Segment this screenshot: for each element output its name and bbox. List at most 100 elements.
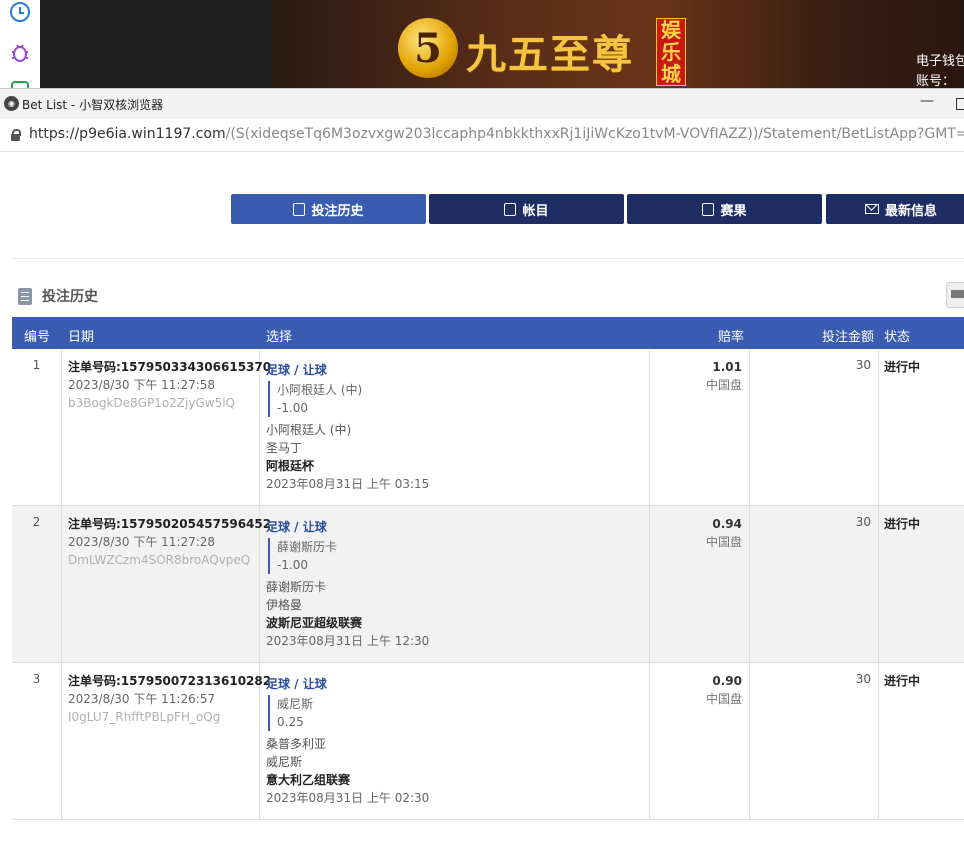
section-header: 投注历史 bbox=[18, 285, 98, 307]
bet-status: 进行中 bbox=[884, 674, 921, 688]
minimize-button[interactable]: — bbox=[920, 93, 934, 109]
bet-info: 注单号码:157950205457596452 2023/8/30 下午 11:… bbox=[68, 515, 271, 569]
odds-market: 中国盘 bbox=[705, 535, 742, 549]
maximize-button[interactable] bbox=[956, 98, 964, 110]
printer-icon bbox=[951, 290, 964, 298]
away-team: 伊格曼 bbox=[266, 598, 303, 612]
pick-handicap: -1.00 bbox=[277, 558, 309, 572]
bug-icon[interactable] bbox=[8, 40, 32, 64]
header-num: 编号 bbox=[24, 330, 51, 345]
order-number: 注单号码:157950072313610282 bbox=[68, 674, 272, 688]
tab-announcements[interactable]: 最新信息 bbox=[826, 194, 964, 224]
stake-amount: 30 bbox=[855, 672, 871, 686]
table-row: 3 注单号码:157950072313610282 2023/8/30 下午 1… bbox=[12, 663, 964, 820]
bet-hash: DmLWZCzm4SOR8broAQvpeQ bbox=[68, 553, 251, 567]
bet-list-table: 编号 日期 选择 赔率 投注金额 状态 1 注单号码:1579503343066… bbox=[12, 317, 964, 820]
header-status: 状态 bbox=[884, 330, 911, 345]
ledger-icon bbox=[504, 202, 517, 216]
table-header: 编号 日期 选择 赔率 投注金额 状态 bbox=[12, 317, 964, 349]
league-name: 波斯尼亚超级联赛 bbox=[266, 616, 363, 630]
pick-handicap: 0.25 bbox=[277, 715, 304, 729]
selection-info: 足球 / 让球 小阿根廷人 (中) -1.00 小阿根廷人 (中) 圣马丁 阿根… bbox=[266, 361, 646, 493]
stake-amount: 30 bbox=[855, 358, 871, 372]
home-team: 薛谢斯历卡 bbox=[266, 580, 327, 594]
sport-type[interactable]: 足球 / 让球 bbox=[266, 361, 646, 379]
background-sidebar bbox=[0, 0, 40, 99]
bet-status: 进行中 bbox=[884, 517, 921, 531]
bet-time: 2023/8/30 下午 11:26:57 bbox=[68, 692, 216, 706]
selection-info: 足球 / 让球 薛谢斯历卡 -1.00 薛谢斯历卡 伊格曼 波斯尼亚超级联赛 2… bbox=[266, 518, 646, 650]
mail-icon bbox=[864, 204, 879, 214]
header-stake: 投注金额 bbox=[822, 330, 875, 345]
url-path: /(S(xideqseTq6M3ozvxgw203lccaphp4nbkkthx… bbox=[225, 126, 964, 142]
browser-logo-icon: ◉ bbox=[4, 96, 19, 111]
bet-hash: I0gLU7_RhfftPBLpFH_oQg bbox=[68, 710, 221, 724]
header-date: 日期 bbox=[68, 330, 95, 345]
wallet-info: 电子钱包 账号： bbox=[916, 52, 964, 92]
background-site-header: 5 九五至尊 娱乐城 电子钱包 账号： bbox=[0, 0, 964, 99]
title-bar: ◉ Bet List - 小智双核浏览器 — bbox=[0, 89, 964, 119]
brand-logo: 5 bbox=[398, 18, 458, 78]
window-title: Bet List - 小智双核浏览器 bbox=[22, 98, 164, 112]
bet-info: 注单号码:157950334306615370 2023/8/30 下午 11:… bbox=[68, 358, 271, 412]
order-number: 注单号码:157950205457596452 bbox=[68, 517, 272, 531]
home-team: 桑普多利亚 bbox=[266, 737, 327, 751]
away-team: 威尼斯 bbox=[266, 755, 303, 769]
league-name: 意大利乙组联赛 bbox=[266, 773, 351, 787]
address-bar[interactable]: https://p9e6ia.win1197.com/(S(xideqseTq6… bbox=[0, 119, 964, 152]
odds-value: 1.01 bbox=[712, 360, 742, 374]
lock-icon bbox=[11, 129, 21, 141]
order-number: 注单号码:157950334306615370 bbox=[68, 360, 272, 374]
bet-info: 注单号码:157950072313610282 2023/8/30 下午 11:… bbox=[68, 672, 271, 726]
table-row: 2 注单号码:157950205457596452 2023/8/30 下午 1… bbox=[12, 506, 964, 663]
odds-value: 0.90 bbox=[712, 674, 742, 688]
away-team: 圣马丁 bbox=[266, 441, 303, 455]
clock-icon[interactable] bbox=[8, 0, 32, 24]
url-text[interactable]: https://p9e6ia.win1197.com/(S(xideqseTq6… bbox=[29, 126, 964, 142]
sport-type[interactable]: 足球 / 让球 bbox=[266, 675, 646, 693]
brand-name: 九五至尊 bbox=[466, 31, 634, 78]
clipboard-icon bbox=[293, 202, 306, 216]
clipboard-icon bbox=[18, 287, 32, 305]
pick-team: 小阿根廷人 (中) bbox=[277, 383, 363, 397]
tab-statement-label: 帐目 bbox=[522, 203, 549, 219]
stake-amount: 30 bbox=[855, 515, 871, 529]
kickoff-time: 2023年08月31日 上午 02:30 bbox=[266, 791, 430, 805]
odds-cell: 0.94 中国盘 bbox=[650, 515, 742, 551]
sport-type[interactable]: 足球 / 让球 bbox=[266, 518, 646, 536]
tab-announcements-label: 最新信息 bbox=[884, 203, 937, 219]
tab-results-label: 赛果 bbox=[720, 203, 747, 219]
row-number: 3 bbox=[32, 672, 41, 686]
row-number: 1 bbox=[32, 358, 41, 372]
kickoff-time: 2023年08月31日 上午 12:30 bbox=[266, 634, 430, 648]
selection-info: 足球 / 让球 威尼斯 0.25 桑普多利亚 威尼斯 意大利乙组联赛 2023年… bbox=[266, 675, 646, 807]
kickoff-time: 2023年08月31日 上午 03:15 bbox=[266, 477, 430, 491]
table-row: 1 注单号码:157950334306615370 2023/8/30 下午 1… bbox=[12, 349, 964, 506]
pick-team: 薛谢斯历卡 bbox=[277, 540, 338, 554]
print-button[interactable] bbox=[946, 282, 964, 308]
row-number: 2 bbox=[32, 515, 41, 529]
header-selection: 选择 bbox=[266, 330, 293, 345]
url-host: https://p9e6ia.win1197.com bbox=[29, 126, 226, 142]
bet-time: 2023/8/30 下午 11:27:58 bbox=[68, 378, 216, 392]
tab-results[interactable]: 赛果 bbox=[627, 194, 822, 224]
pick-box: 小阿根廷人 (中) -1.00 bbox=[268, 381, 646, 417]
home-team: 小阿根廷人 (中) bbox=[266, 423, 352, 437]
tab-bet-history[interactable]: 投注历史 bbox=[231, 194, 426, 224]
pick-team: 威尼斯 bbox=[277, 697, 314, 711]
bet-hash: b3BogkDe8GP1o2ZjyGw5lQ bbox=[68, 396, 235, 410]
bet-status: 进行中 bbox=[884, 360, 921, 374]
content-divider bbox=[12, 258, 964, 259]
tab-bet-history-label: 投注历史 bbox=[311, 203, 364, 219]
tab-statement[interactable]: 帐目 bbox=[429, 194, 624, 224]
section-title: 投注历史 bbox=[42, 289, 98, 305]
wallet-label: 电子钱包 bbox=[916, 54, 964, 69]
odds-cell: 0.90 中国盘 bbox=[650, 672, 742, 708]
pick-box: 威尼斯 0.25 bbox=[268, 695, 646, 731]
browser-window: ◉ Bet List - 小智双核浏览器 — https://p9e6ia.wi… bbox=[0, 88, 964, 849]
odds-cell: 1.01 中国盘 bbox=[650, 358, 742, 394]
brand-tag: 娱乐城 bbox=[656, 18, 686, 86]
odds-market: 中国盘 bbox=[705, 692, 742, 706]
pick-handicap: -1.00 bbox=[277, 401, 309, 415]
league-name: 阿根廷杯 bbox=[266, 459, 315, 473]
